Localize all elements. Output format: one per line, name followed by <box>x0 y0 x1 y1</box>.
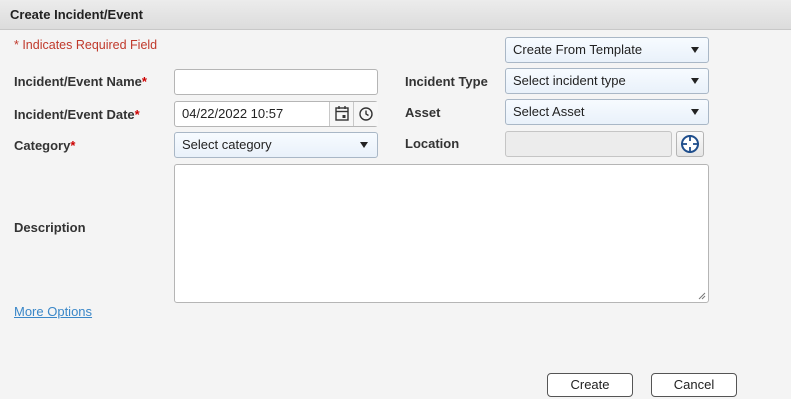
chevron-down-icon <box>691 78 699 84</box>
location-input[interactable] <box>505 131 672 157</box>
dialog-titlebar: Create Incident/Event <box>0 0 791 30</box>
calendar-icon[interactable] <box>329 102 354 126</box>
description-textarea[interactable] <box>174 164 709 303</box>
chevron-down-icon <box>360 142 368 148</box>
incident-name-label-text: Incident/Event Name <box>14 74 142 89</box>
chevron-down-icon <box>691 109 699 115</box>
required-star: * <box>70 138 76 153</box>
incident-type-select-value: Select incident type <box>513 73 626 88</box>
required-star: * <box>134 107 140 122</box>
dialog-title: Create Incident/Event <box>10 7 143 22</box>
asset-select-value: Select Asset <box>513 104 585 119</box>
incident-name-input[interactable] <box>174 69 378 95</box>
incident-date-value: 04/22/2022 10:57 <box>182 106 284 121</box>
description-label: Description <box>14 220 86 235</box>
incident-date-field[interactable]: 04/22/2022 10:57 <box>174 101 378 127</box>
asset-select[interactable]: Select Asset <box>505 99 709 125</box>
required-star: * <box>141 74 147 89</box>
cancel-button[interactable]: Cancel <box>651 373 737 397</box>
template-select-value: Create From Template <box>513 42 643 57</box>
clock-icon[interactable] <box>353 102 378 126</box>
resize-grip-icon[interactable] <box>698 292 706 300</box>
required-field-note: * Indicates Required Field <box>14 38 158 52</box>
incident-type-label: Incident Type <box>405 74 488 89</box>
category-label: Category* <box>14 138 75 153</box>
locate-button[interactable] <box>676 131 704 157</box>
incident-date-label: Incident/Event Date* <box>14 107 140 122</box>
category-select[interactable]: Select category <box>174 132 378 158</box>
location-label: Location <box>405 136 460 151</box>
more-options-link[interactable]: More Options <box>14 304 92 319</box>
category-select-value: Select category <box>182 137 272 152</box>
create-from-template-select[interactable]: Create From Template <box>505 37 709 63</box>
incident-date-label-text: Incident/Event Date <box>14 107 135 122</box>
incident-type-select[interactable]: Select incident type <box>505 68 709 94</box>
category-label-text: Category <box>14 138 71 153</box>
crosshair-icon <box>681 135 699 153</box>
asset-label: Asset <box>405 105 441 120</box>
incident-name-label: Incident/Event Name* <box>14 74 147 89</box>
create-button[interactable]: Create <box>547 373 633 397</box>
chevron-down-icon <box>691 47 699 53</box>
